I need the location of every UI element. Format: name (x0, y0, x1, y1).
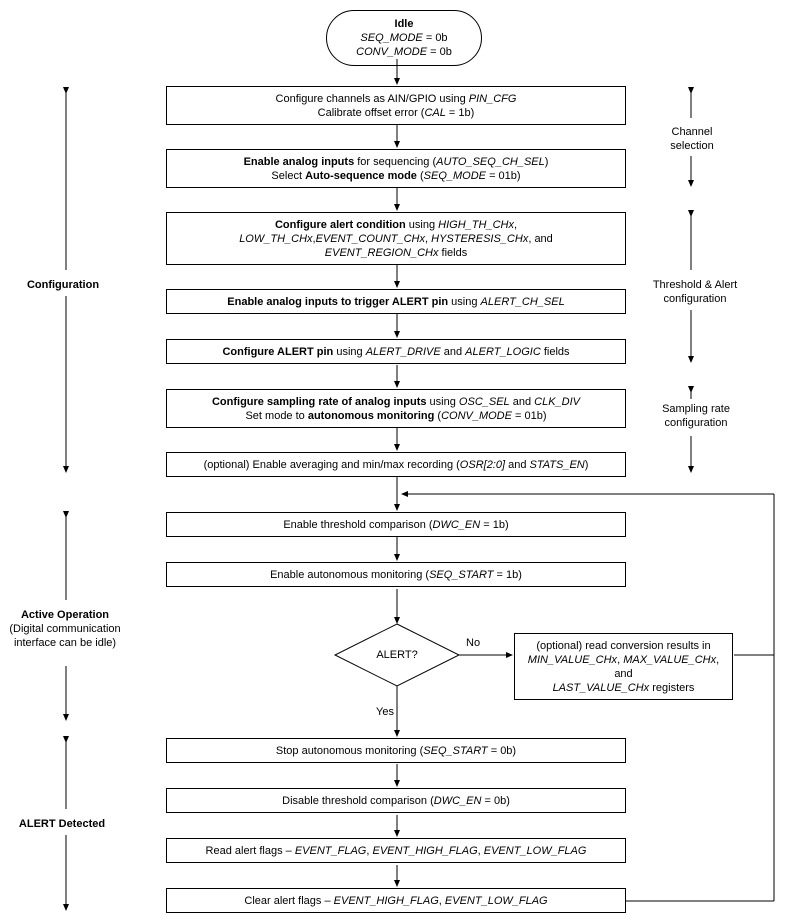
flowchart-arrows (0, 0, 794, 923)
